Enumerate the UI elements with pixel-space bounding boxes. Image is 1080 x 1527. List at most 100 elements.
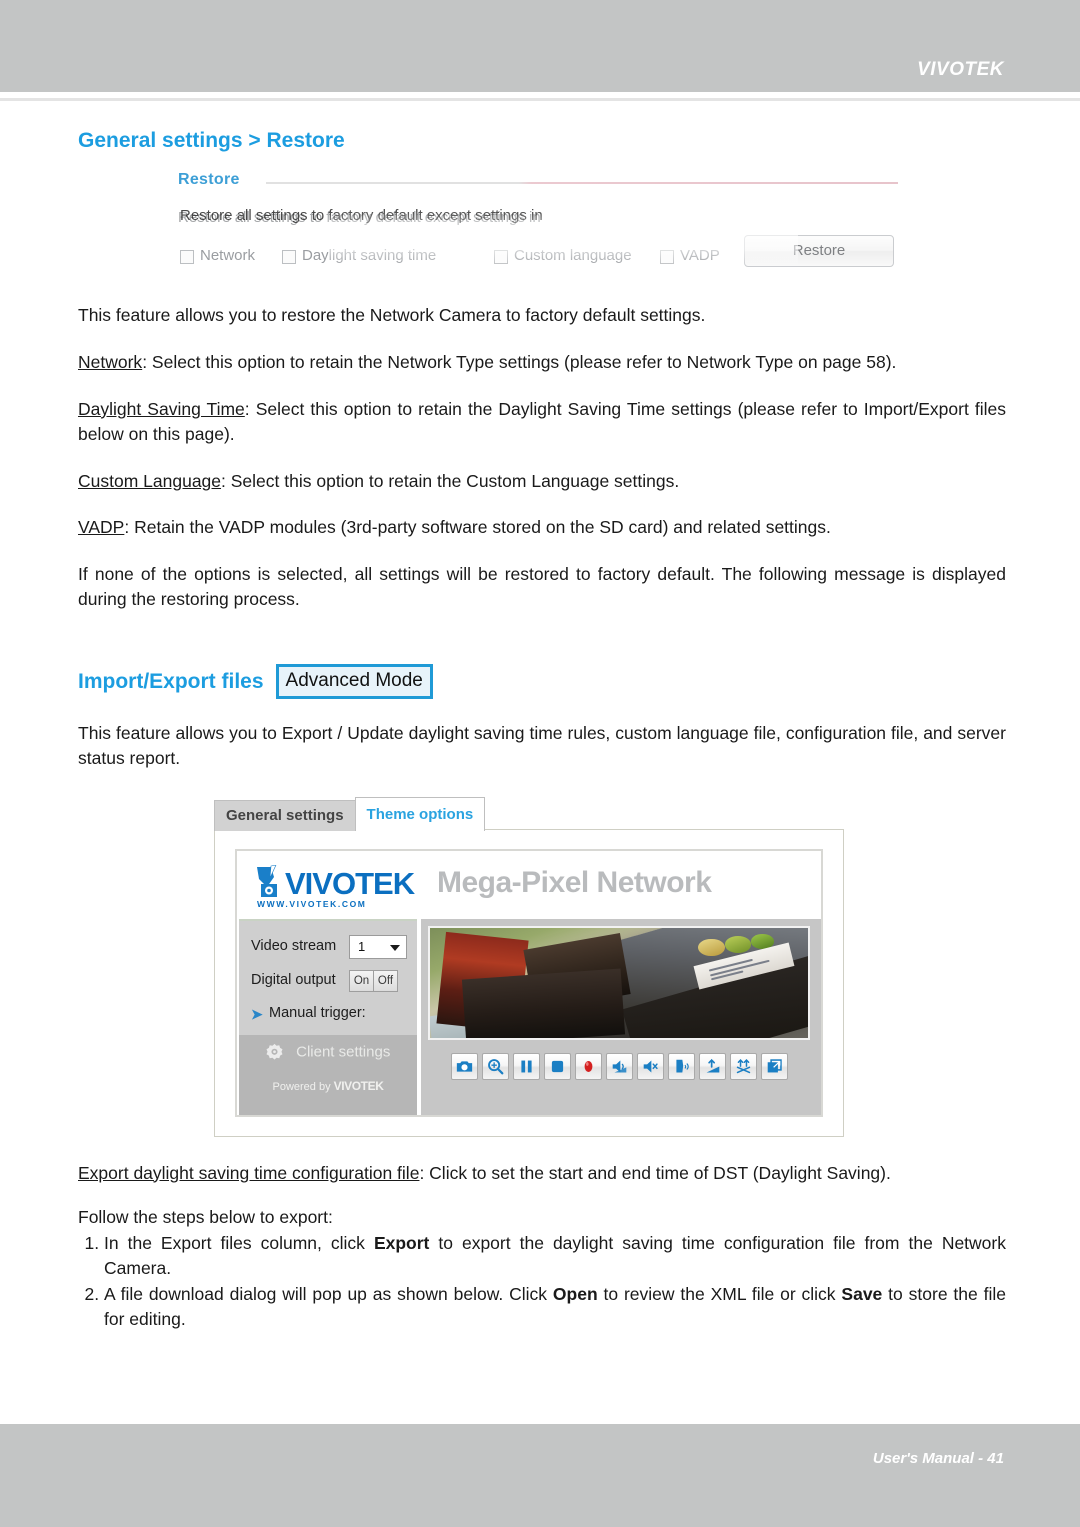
- camera-ui-page-title: Mega-Pixel Network: [437, 865, 712, 899]
- brand-wordmark: VIVOTEK: [917, 59, 1004, 80]
- talk-button[interactable]: [729, 1052, 757, 1080]
- paragraph-follow-steps: Follow the steps below to export:: [78, 1207, 333, 1228]
- step-2-bold-save: Save: [841, 1284, 883, 1304]
- checkbox-network[interactable]: [180, 250, 194, 265]
- term-network-body: : Select this option to retain the Netwo…: [142, 352, 897, 373]
- term-vadp-body: : Retain the VADP modules (3rd-party sof…: [124, 517, 831, 538]
- restore-screenshot-figure: Restore Restore all settings to factory …: [178, 167, 898, 277]
- client-settings-label: Client settings: [296, 1042, 391, 1060]
- pause-button[interactable]: [512, 1052, 540, 1080]
- digital-output-toggle[interactable]: On Off: [349, 969, 398, 992]
- paragraph-none-selected: If none of the options is selected, all …: [78, 564, 1006, 610]
- paragraph-intro: This feature allows you to restore the N…: [78, 305, 706, 326]
- camera-ui-stream-controls: Video stream 1 Digital output On Off ➤ M…: [239, 918, 417, 1037]
- paragraph-custom-language: Custom Language: Select this option to r…: [78, 469, 1006, 494]
- camera-ui-brand-bar: VIVOTEK WWW.VIVOTEK.COM Mega-Pixel Netwo…: [237, 851, 821, 919]
- microphone-button[interactable]: [667, 1052, 695, 1080]
- restore-panel-rule: [266, 182, 898, 185]
- mic-volume-icon: [706, 1058, 719, 1073]
- term-export-dst-body: : Click to set the start and end time of…: [419, 1162, 891, 1183]
- advanced-mode-badge: Advanced Mode: [275, 663, 433, 699]
- import-export-heading-row: Import/Export files Advanced Mode: [78, 663, 1006, 699]
- restore-option-daylight-saving-time[interactable]: Daylight saving time: [302, 247, 436, 264]
- page-content: General settings > Restore Restore Resto…: [78, 128, 1006, 1333]
- label-digital-output: Digital output: [251, 971, 336, 988]
- volume-icon: [612, 1060, 626, 1073]
- checkbox-vadp[interactable]: [660, 250, 674, 265]
- restore-panel-title: Restore: [178, 171, 240, 189]
- camera-ui-inner-frame: VIVOTEK WWW.VIVOTEK.COM Mega-Pixel Netwo…: [235, 848, 823, 1117]
- camera-ui-client-settings-panel: Client settings Powered by VIVOTEK: [239, 1034, 417, 1115]
- digital-output-on-button[interactable]: On: [349, 969, 374, 992]
- term-vadp: VADP: [78, 517, 125, 538]
- video-fruit-2: [724, 936, 752, 953]
- client-settings-link[interactable]: Client settings: [239, 1043, 417, 1061]
- digital-output-off-button[interactable]: Off: [374, 969, 398, 992]
- step-2-bold-open: Open: [552, 1284, 598, 1304]
- camera-ui-video-panel: [421, 918, 821, 1115]
- mic-volume-button[interactable]: [698, 1052, 726, 1080]
- talk-icon: [736, 1058, 750, 1073]
- mute-button[interactable]: [636, 1052, 664, 1080]
- header-divider: [0, 98, 1080, 101]
- mute-icon: [643, 1060, 658, 1073]
- digital-zoom-icon: [487, 1058, 503, 1075]
- fullscreen-icon: [767, 1058, 782, 1073]
- footer-page-label: User's Manual - 41: [872, 1450, 1004, 1467]
- microphone-icon: [675, 1059, 689, 1073]
- checkbox-custom-language[interactable]: [494, 250, 508, 265]
- camera-ui-left-panel: Video stream 1 Digital output On Off ➤ M…: [239, 918, 417, 1115]
- term-network: Network: [78, 352, 143, 373]
- video-control-toolbar: [428, 1052, 810, 1080]
- paragraph-import-export-intro: This feature allows you to Export / Upda…: [78, 722, 1006, 768]
- video-stream-view[interactable]: [428, 925, 810, 1040]
- term-export-dst: Export daylight saving time configuratio…: [78, 1162, 420, 1183]
- paragraph-export-dst: Export daylight saving time configuratio…: [78, 1161, 1006, 1186]
- paragraph-daylight-saving-time: Daylight Saving Time: Select this option…: [78, 397, 1006, 447]
- powered-by-row: Powered by VIVOTEK: [239, 1079, 417, 1093]
- video-stream-select[interactable]: 1: [349, 934, 407, 959]
- label-manual-trigger: Manual trigger:: [269, 1004, 366, 1021]
- term-custom-language-body: : Select this option to retain the Custo…: [221, 470, 680, 491]
- vivotek-logo-mark-icon: [257, 864, 277, 897]
- powered-by-label: Powered by: [272, 1080, 331, 1093]
- restore-option-vadp[interactable]: VADP: [680, 247, 720, 264]
- vivotek-logo-url: WWW.VIVOTEK.COM: [257, 898, 367, 909]
- step-2-pre: A file download dialog will pop up as sh…: [104, 1284, 553, 1304]
- camera-ui-tab-bar: General settings Theme options: [214, 796, 486, 831]
- camera-ui-screenshot-figure: General settings Theme options VIVOTEK W…: [214, 796, 846, 1139]
- expand-arrow-icon[interactable]: ➤: [251, 1007, 263, 1021]
- step-2-mid: to review the XML file or click: [597, 1284, 842, 1304]
- restore-button[interactable]: Restore: [744, 235, 894, 268]
- video-stream-value: 1: [358, 938, 366, 954]
- stop-icon: [551, 1060, 563, 1072]
- term-daylight-saving-time: Daylight Saving Time: [78, 398, 245, 419]
- gear-icon: [266, 1043, 283, 1060]
- tab-general-settings[interactable]: General settings: [214, 799, 356, 831]
- camera-ui-outer-frame: VIVOTEK WWW.VIVOTEK.COM Mega-Pixel Netwo…: [214, 828, 844, 1137]
- restore-option-network[interactable]: Network: [200, 247, 255, 264]
- volume-button[interactable]: [605, 1052, 633, 1080]
- digital-zoom-button[interactable]: [481, 1052, 509, 1080]
- step-1-pre: In the Export files column, click: [104, 1233, 374, 1254]
- video-dark-chair: [461, 968, 625, 1038]
- export-steps-list: In the Export files column, click Export…: [78, 1231, 1006, 1331]
- snapshot-icon: [456, 1061, 472, 1072]
- stop-button[interactable]: [543, 1052, 571, 1080]
- page-footer: User's Manual - 41: [0, 1424, 1080, 1527]
- fullscreen-button[interactable]: [760, 1052, 788, 1080]
- record-icon: [584, 1060, 592, 1072]
- restore-panel-description: Restore all settings to factory default …: [180, 207, 543, 225]
- restore-option-custom-language[interactable]: Custom language: [514, 247, 632, 264]
- vivotek-logo-text: VIVOTEK: [285, 865, 415, 901]
- record-button[interactable]: [574, 1052, 602, 1080]
- snapshot-button[interactable]: [450, 1052, 478, 1080]
- pause-icon: [520, 1060, 532, 1073]
- tab-theme-options[interactable]: Theme options: [354, 796, 486, 831]
- paragraph-network: Network: Select this option to retain th…: [78, 350, 1006, 375]
- term-custom-language: Custom Language: [78, 470, 222, 491]
- checkbox-daylight-saving-time[interactable]: [282, 250, 296, 265]
- page-title-general-settings-restore: General settings > Restore: [78, 129, 345, 152]
- label-video-stream: Video stream: [251, 937, 337, 954]
- list-item: In the Export files column, click Export…: [104, 1231, 1006, 1281]
